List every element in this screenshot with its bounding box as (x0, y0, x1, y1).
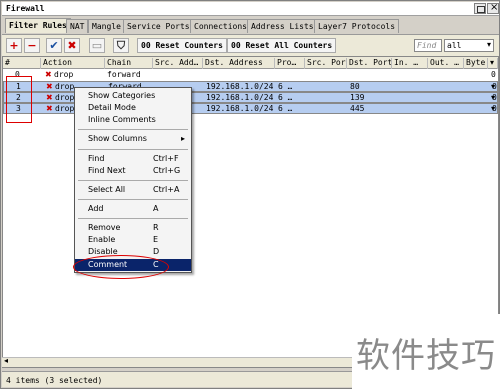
col-in-interface[interactable]: In. … (392, 58, 428, 69)
menu-shortcut: A (153, 204, 159, 213)
row-bytes: 0 (492, 104, 497, 113)
selection-highlight-box (6, 76, 32, 123)
tab-nat[interactable]: NAT (66, 19, 89, 33)
col-protocol[interactable]: Pro… (275, 58, 305, 69)
menu-separator (78, 149, 188, 150)
toolbar: + − ✔ ✖ ▭ ⛉ 00 Reset Counters 00 Reset A… (2, 34, 499, 56)
add-icon[interactable]: + (6, 38, 22, 53)
menu-label: Show Columns (88, 134, 147, 143)
menu-label: Find Next (88, 166, 126, 175)
menu-add[interactable]: Add A (75, 203, 191, 215)
title-bar: Firewall (2, 2, 499, 16)
watermark-text: 软件技巧 (356, 336, 496, 376)
col-dst-address[interactable]: Dst. Address (203, 58, 275, 69)
menu-label: Select All (88, 185, 126, 194)
row-dst-address: 192.168.1.0/24 (206, 104, 274, 113)
tab-service-ports[interactable]: Service Ports (123, 19, 194, 33)
menu-shortcut: Ctrl+A (153, 185, 180, 194)
watermark: 软件技巧 (352, 314, 500, 389)
filter-select[interactable]: all (444, 39, 494, 52)
menu-select-all[interactable]: Select All Ctrl+A (75, 184, 191, 196)
row-action: drop (55, 104, 75, 113)
col-chain[interactable]: Chain (105, 58, 153, 69)
row-chain: forward (107, 70, 141, 79)
horizontal-scrollbar[interactable] (2, 356, 352, 367)
submenu-arrow-icon: ▸ (181, 134, 186, 143)
menu-label: Enable (88, 235, 116, 244)
enable-check-icon[interactable]: ✔ (46, 38, 62, 53)
column-menu-chevron-icon[interactable]: ▾ (488, 58, 498, 69)
comment-icon[interactable]: ▭ (89, 38, 105, 53)
status-text: 4 items (3 selected) (6, 376, 103, 385)
table-row[interactable]: 0 ✖ drop forward 0 (3, 70, 498, 81)
menu-shortcut: Ctrl+F (153, 154, 179, 163)
menu-find[interactable]: Find Ctrl+F (75, 153, 191, 165)
row-bytes: 0 (491, 70, 496, 79)
col-action[interactable]: Action (41, 58, 105, 69)
row-action: drop (54, 70, 74, 79)
menu-inline-comments[interactable]: Inline Comments (75, 114, 191, 126)
drop-x-icon: ✖ (46, 104, 53, 113)
reset-all-counters-button[interactable]: 00 Reset All Counters (227, 38, 337, 53)
menu-separator (78, 180, 188, 181)
col-number[interactable]: # (3, 58, 41, 69)
menu-label: Inline Comments (88, 115, 156, 124)
menu-label: Detail Mode (88, 103, 136, 112)
menu-show-categories[interactable]: Show Categories (75, 90, 191, 102)
tab-bar: Filter Rules NAT Mangle Service Ports Co… (2, 18, 499, 33)
tab-address-lists[interactable]: Address Lists (247, 19, 318, 33)
tab-filter-rules[interactable]: Filter Rules (5, 18, 71, 33)
menu-show-columns[interactable]: Show Columns ▸ (75, 133, 191, 145)
col-dst-port[interactable]: Dst. Port (347, 58, 392, 69)
col-src-address[interactable]: Src. Add… (153, 58, 203, 69)
menu-label: Show Categories (88, 91, 156, 100)
drop-x-icon: ✖ (45, 70, 52, 79)
row-dst-port: 445 (350, 104, 365, 113)
menu-shortcut: R (153, 223, 159, 232)
disable-x-icon[interactable]: ✖ (64, 38, 80, 53)
tab-connections[interactable]: Connections (190, 19, 251, 33)
menu-separator (78, 218, 188, 219)
remove-icon[interactable]: − (24, 38, 40, 53)
menu-label: Find (88, 154, 105, 163)
comment-highlight-ellipse (73, 255, 169, 279)
close-button[interactable] (487, 2, 499, 14)
table-header: # Action Chain Src. Add… Dst. Address Pr… (3, 57, 498, 69)
col-out-interface[interactable]: Out. … (428, 58, 464, 69)
tab-layer7-protocols[interactable]: Layer7 Protocols (314, 19, 400, 33)
menu-enable[interactable]: Enable E (75, 234, 191, 246)
menu-shortcut: E (153, 235, 159, 244)
menu-detail-mode[interactable]: Detail Mode (75, 102, 191, 114)
menu-remove[interactable]: Remove R (75, 222, 191, 234)
menu-label: Remove (88, 223, 121, 232)
menu-separator (78, 199, 188, 200)
context-menu: Show Categories Detail Mode Inline Comme… (74, 87, 192, 273)
col-src-port[interactable]: Src. Port (305, 58, 347, 69)
reset-counters-button[interactable]: 00 Reset Counters (137, 38, 227, 53)
find-input[interactable]: Find (414, 39, 442, 52)
menu-find-next[interactable]: Find Next Ctrl+G (75, 165, 191, 177)
window-title: Firewall (6, 4, 45, 13)
maximize-button[interactable] (474, 3, 486, 14)
col-bytes[interactable]: Byte (464, 58, 488, 69)
tab-mangle[interactable]: Mangle (88, 19, 125, 33)
menu-label: Add (88, 204, 104, 213)
menu-shortcut: Ctrl+G (153, 166, 181, 175)
menu-separator (78, 129, 188, 130)
menu-shortcut: D (153, 247, 160, 256)
filter-icon[interactable]: ⛉ (113, 38, 129, 53)
row-protocol: 6 … (278, 104, 293, 113)
